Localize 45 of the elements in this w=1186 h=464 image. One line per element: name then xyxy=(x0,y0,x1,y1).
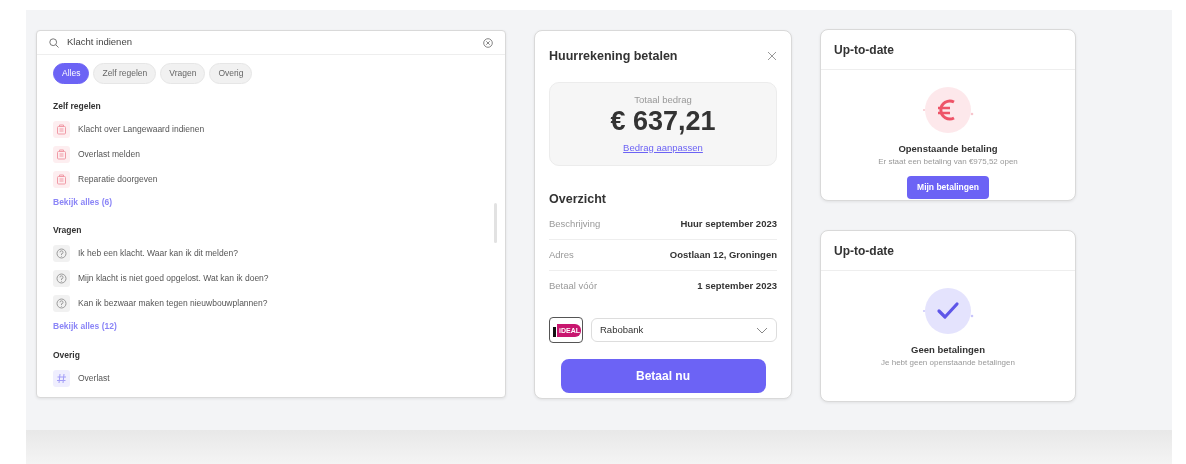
section-title: Vragen xyxy=(53,224,83,237)
clear-icon[interactable] xyxy=(483,37,493,48)
bank-select[interactable]: Rabobank xyxy=(591,318,777,343)
card-title: Up-to-date xyxy=(821,30,1075,70)
total-amount: € 637,21 xyxy=(610,107,716,137)
result-link[interactable]: Kan ik bezwaar maken tegen nieuwbouwplannen? xyxy=(78,297,268,310)
result-link[interactable]: Reparatie doorgeven xyxy=(78,172,158,186)
clipboard-icon xyxy=(53,170,70,188)
total-label: Totaal bedrag xyxy=(634,92,692,107)
status-heading: Openstaande betaling xyxy=(898,142,998,156)
clipboard-icon xyxy=(53,120,70,138)
status-heading: Geen betalingen xyxy=(911,343,985,357)
question-icon xyxy=(53,270,70,287)
section-title: Zelf regelen xyxy=(53,99,102,113)
field-value: 1 september 2023 xyxy=(697,279,777,294)
filter-chip[interactable]: Zelf regelen xyxy=(93,63,157,84)
status-text: Er staat een betaling van €975,52 open xyxy=(878,156,1018,169)
dialog-title: Huurrekening betalen xyxy=(549,48,678,65)
pay-button[interactable]: Betaal nu xyxy=(560,359,766,394)
adjust-amount-link[interactable]: Bedrag aanpassen xyxy=(623,140,703,155)
result-link[interactable]: Overlast xyxy=(78,371,110,385)
payments-button[interactable]: Mijn betalingen xyxy=(907,176,989,199)
result-link[interactable]: Overlast melden xyxy=(78,147,140,161)
filter-chip[interactable]: Vragen xyxy=(160,63,206,84)
close-icon[interactable] xyxy=(767,51,777,62)
field-value: Huur september 2023 xyxy=(680,216,777,231)
filter-chip[interactable]: Alles xyxy=(53,63,90,84)
result-link[interactable]: Ik heb een klacht. Waar kan ik dit melden? xyxy=(78,247,238,260)
card-title: Up-to-date xyxy=(821,231,1075,271)
section-title: Overig xyxy=(53,348,81,362)
overview-title: Overzicht xyxy=(549,190,607,208)
chevron-down-icon xyxy=(756,326,768,334)
clipboard-icon xyxy=(53,145,70,163)
filter-chip[interactable]: Overig xyxy=(209,63,253,84)
field-value: Oostlaan 12, Groningen xyxy=(669,247,777,262)
question-icon xyxy=(53,295,70,312)
result-link[interactable]: Mijn klacht is niet goed opgelost. Wat kan ik doen? xyxy=(78,272,269,285)
field-label: Beschrijving xyxy=(549,216,601,231)
result-link[interactable]: Klacht over Langewaard indienen xyxy=(78,122,205,136)
field-label: Betaal vóór xyxy=(549,279,598,294)
hashtag-icon xyxy=(53,369,70,387)
status-text: Je hebt geen openstaande betalingen xyxy=(881,357,1015,370)
field-label: Adres xyxy=(549,247,574,262)
search-icon xyxy=(49,37,59,48)
question-icon xyxy=(53,245,70,262)
